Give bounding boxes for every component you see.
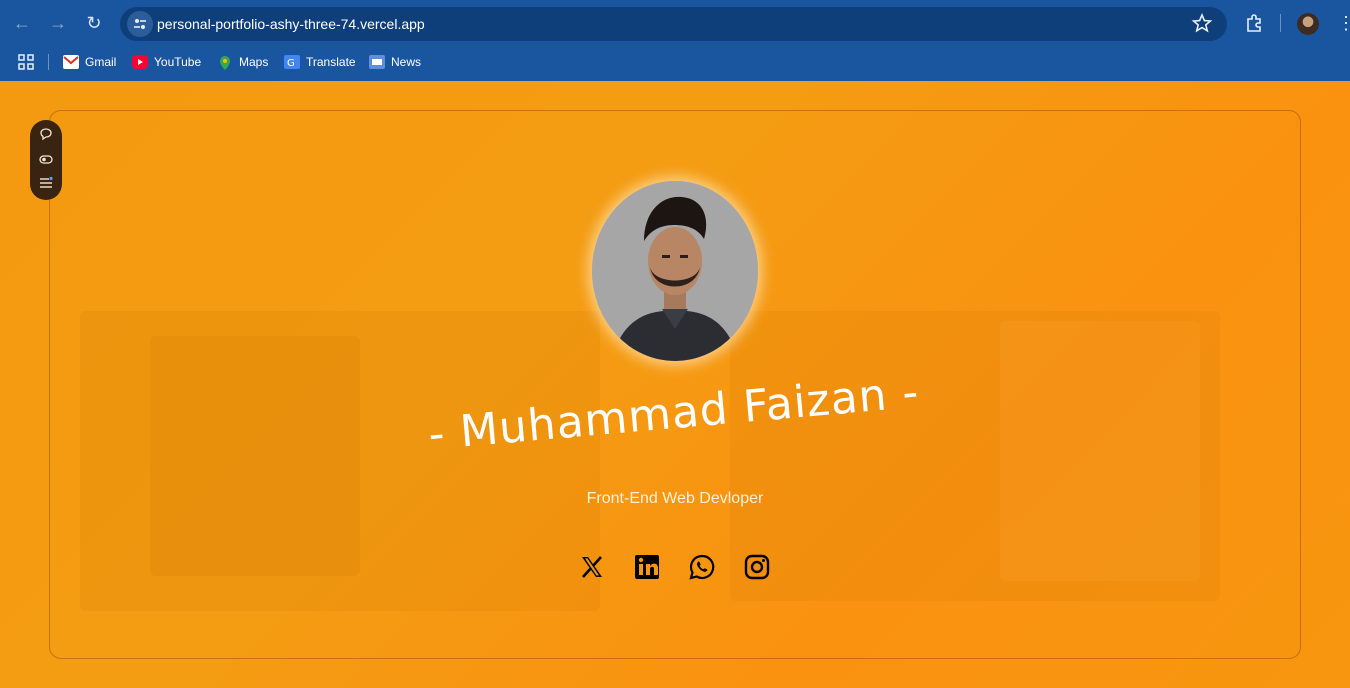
- bookmark-maps[interactable]: Maps: [217, 52, 268, 72]
- comment-icon[interactable]: [39, 127, 53, 141]
- portfolio-page: - Muhammad Faizan - Front-End Web Devlop…: [0, 81, 1350, 688]
- instagram-icon[interactable]: [743, 553, 771, 581]
- maps-icon: [217, 55, 233, 70]
- bookmark-youtube[interactable]: YouTube: [132, 52, 201, 72]
- floating-toolbar: [30, 120, 62, 200]
- url-text[interactable]: personal-portfolio-ashy-three-74.vercel.…: [157, 7, 425, 41]
- youtube-icon: [132, 55, 148, 69]
- news-icon: [369, 55, 385, 69]
- bookmark-label: Gmail: [85, 55, 117, 69]
- bookmark-star-icon[interactable]: [1191, 12, 1213, 34]
- apps-grid-icon[interactable]: [18, 54, 34, 70]
- browser-toolbar: ← → ↻ personal-portfolio-ashy-three-74.v…: [0, 0, 1350, 46]
- social-links: [578, 553, 778, 583]
- translate-icon: G: [284, 55, 300, 69]
- menu-list-icon[interactable]: [39, 176, 53, 190]
- svg-text:G: G: [287, 58, 295, 69]
- profile-role: Front-End Web Devloper: [586, 490, 764, 507]
- whatsapp-icon[interactable]: [688, 553, 716, 581]
- x-twitter-icon[interactable]: [578, 553, 606, 581]
- bookmark-label: Translate: [306, 55, 356, 69]
- bookmarks-bar: Gmail YouTube Maps G Translate News: [0, 46, 1350, 78]
- bookmark-gmail[interactable]: Gmail: [63, 52, 116, 72]
- bookmarks-divider: [48, 54, 49, 70]
- profile-photo: [592, 181, 758, 361]
- bookmark-label: News: [391, 55, 422, 69]
- bookmark-translate[interactable]: G Translate: [284, 52, 356, 72]
- bookmark-label: Maps: [239, 55, 269, 69]
- reload-button[interactable]: ↻: [83, 11, 105, 35]
- bookmark-label: YouTube: [154, 55, 202, 69]
- menu-icon[interactable]: ⋮: [1337, 12, 1350, 34]
- gmail-icon: [63, 55, 79, 69]
- browser-chrome: ← → ↻ personal-portfolio-ashy-three-74.v…: [0, 0, 1350, 81]
- bookmark-news[interactable]: News: [369, 52, 421, 72]
- forward-button[interactable]: →: [47, 11, 69, 35]
- site-info-icon[interactable]: [127, 11, 153, 37]
- toggle-icon[interactable]: [39, 152, 53, 166]
- toolbar-divider: [1280, 14, 1281, 32]
- profile-avatar[interactable]: [1297, 13, 1319, 35]
- back-button[interactable]: ←: [11, 11, 33, 35]
- extensions-icon[interactable]: [1243, 12, 1265, 34]
- address-bar[interactable]: personal-portfolio-ashy-three-74.vercel.…: [120, 7, 1227, 41]
- linkedin-icon[interactable]: [633, 553, 661, 581]
